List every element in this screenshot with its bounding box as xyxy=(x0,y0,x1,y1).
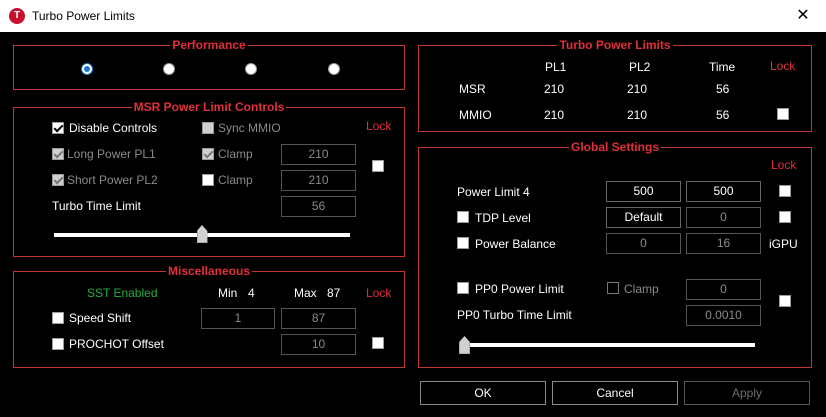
max-label: Max xyxy=(294,286,317,300)
col-pl2-header: PL2 xyxy=(629,60,651,74)
disable-controls-label: Disable Controls xyxy=(69,121,158,135)
cancel-button[interactable]: Cancel xyxy=(552,381,678,405)
tdp-lock-checkbox[interactable] xyxy=(779,211,791,223)
performance-radio-1[interactable] xyxy=(81,63,93,75)
turbo-panel: Turbo Power Limits PL1 PL2 Time Lock MSR… xyxy=(418,38,812,132)
turbo-time-label: Turbo Time Limit xyxy=(52,199,141,213)
sync-mmio-checkbox[interactable] xyxy=(202,122,214,134)
tdp-level-field[interactable]: 0 xyxy=(686,207,761,228)
pp0-clamp-label: Clamp xyxy=(624,282,659,296)
msr-lock-checkbox[interactable] xyxy=(372,160,384,172)
window-title: Turbo Power Limits xyxy=(32,9,135,23)
turbo-time-slider-thumb[interactable] xyxy=(196,225,208,243)
misc-panel: Miscellaneous SST Enabled Min 4 Max 87 L… xyxy=(13,264,405,368)
max-value: 87 xyxy=(327,286,341,300)
speed-shift-checkbox[interactable] xyxy=(52,312,64,324)
performance-title: Performance xyxy=(170,38,248,52)
misc-lock-label: Lock xyxy=(366,286,392,300)
long-power-label: Long Power PL1 xyxy=(67,147,156,161)
power-balance-checkbox[interactable] xyxy=(457,237,469,249)
min-label: Min xyxy=(218,286,238,300)
global-lock-label: Lock xyxy=(771,158,797,172)
turbo-time-field[interactable]: 56 xyxy=(281,196,356,217)
short-power-checkbox[interactable] xyxy=(52,174,64,186)
clamp1-checkbox[interactable] xyxy=(202,148,214,160)
prochot-label: PROCHOT Offset xyxy=(69,337,164,351)
pl1-field[interactable]: 210 xyxy=(281,144,356,165)
igpu-label: iGPU xyxy=(769,237,798,251)
pp0-time-slider-thumb[interactable] xyxy=(459,336,470,354)
mmio-row-time: 56 xyxy=(716,108,730,122)
pl4-field-a[interactable]: 500 xyxy=(606,181,681,202)
prochot-checkbox[interactable] xyxy=(52,338,64,350)
misc-lock-checkbox[interactable] xyxy=(372,337,384,349)
pp0-time-slider-track[interactable] xyxy=(459,343,755,347)
pp0-time-field[interactable]: 0.0010 xyxy=(686,305,761,326)
performance-radio-4[interactable] xyxy=(328,63,340,75)
turbo-lock-label: Lock xyxy=(770,59,796,73)
power-balance-field-a[interactable]: 0 xyxy=(606,233,681,254)
pl2-field[interactable]: 210 xyxy=(281,170,356,191)
speed-shift-min-field[interactable]: 1 xyxy=(201,308,275,329)
close-icon[interactable]: ✕ xyxy=(780,0,826,32)
title-bar: T Turbo Power Limits ✕ xyxy=(0,0,826,32)
tdp-level-checkbox[interactable] xyxy=(457,211,469,223)
mmio-lock-checkbox[interactable] xyxy=(777,108,789,120)
mmio-row-pl1: 210 xyxy=(544,108,565,122)
msr-title: MSR Power Limit Controls xyxy=(131,100,287,114)
prochot-field[interactable]: 10 xyxy=(281,334,356,355)
performance-radio-2[interactable] xyxy=(163,63,175,75)
pl4-field-b[interactable]: 500 xyxy=(686,181,761,202)
misc-title: Miscellaneous xyxy=(165,264,253,278)
turbo-title: Turbo Power Limits xyxy=(557,38,673,52)
pp0-time-label: PP0 Turbo Time Limit xyxy=(457,308,572,322)
speed-shift-max-field[interactable]: 87 xyxy=(281,308,356,329)
speed-shift-label: Speed Shift xyxy=(69,311,132,325)
clamp1-label: Clamp xyxy=(218,147,253,161)
tdp-level-label: TDP Level xyxy=(475,211,531,225)
global-panel: Global Settings Lock Power Limit 4 500 5… xyxy=(418,140,812,368)
clamp2-checkbox[interactable] xyxy=(202,174,214,186)
pp0-limit-field[interactable]: 0 xyxy=(686,279,761,300)
power-balance-field-b[interactable]: 16 xyxy=(686,233,761,254)
ok-button[interactable]: OK xyxy=(420,381,546,405)
power-limit4-label: Power Limit 4 xyxy=(457,185,530,199)
performance-panel: Performance xyxy=(13,38,405,90)
col-time-header: Time xyxy=(709,60,736,74)
app-logo-icon: T xyxy=(9,8,25,24)
tdp-level-select[interactable]: Default xyxy=(606,207,681,228)
long-power-checkbox[interactable] xyxy=(52,148,64,160)
pp0-limit-checkbox[interactable] xyxy=(457,282,469,294)
pl4-lock-checkbox[interactable] xyxy=(779,185,791,197)
sst-status: SST Enabled xyxy=(87,286,158,300)
mmio-row-pl2: 210 xyxy=(627,108,648,122)
performance-radio-3[interactable] xyxy=(245,63,257,75)
col-pl1-header: PL1 xyxy=(545,60,567,74)
msr-row-pl2: 210 xyxy=(627,82,648,96)
msr-row-pl1: 210 xyxy=(544,82,565,96)
msr-lock-label: Lock xyxy=(366,119,392,133)
pp0-lock-checkbox[interactable] xyxy=(779,295,791,307)
mmio-row-label: MMIO xyxy=(459,108,492,122)
clamp2-label: Clamp xyxy=(218,173,253,187)
pp0-clamp-checkbox[interactable] xyxy=(607,282,619,294)
disable-controls-checkbox[interactable] xyxy=(52,122,64,134)
pp0-limit-label: PP0 Power Limit xyxy=(475,282,564,296)
msr-panel: MSR Power Limit Controls Disable Control… xyxy=(13,100,405,257)
sync-mmio-label: Sync MMIO xyxy=(218,121,281,135)
global-title: Global Settings xyxy=(568,140,661,154)
power-balance-label: Power Balance xyxy=(475,237,556,251)
msr-row-label: MSR xyxy=(459,82,486,96)
min-value: 4 xyxy=(248,286,255,300)
short-power-label: Short Power PL2 xyxy=(67,173,158,187)
msr-row-time: 56 xyxy=(716,82,730,96)
apply-button[interactable]: Apply xyxy=(684,381,810,405)
